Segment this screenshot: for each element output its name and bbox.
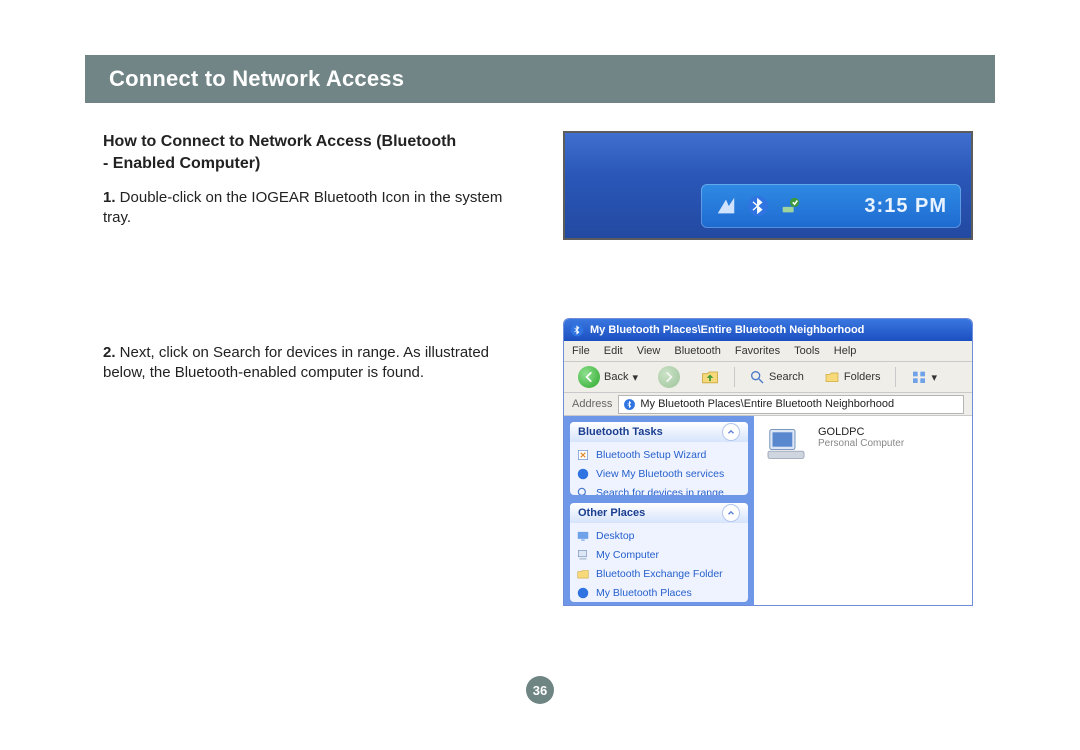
system-tray[interactable]: 3:15 PM [701, 184, 961, 228]
bluetooth-tasks-list: Bluetooth Setup Wizard View My Bluetooth… [570, 442, 748, 495]
up-button[interactable] [694, 364, 726, 390]
menu-tools[interactable]: Tools [794, 345, 820, 357]
task-search-devices[interactable]: Search for devices in range [576, 486, 742, 495]
window-titlebar[interactable]: My Bluetooth Places\Entire Bluetooth Nei… [564, 319, 972, 341]
page-number: 36 [533, 683, 547, 698]
task-label: Search for devices in range [596, 487, 724, 495]
services-icon [576, 467, 590, 481]
chevron-down-icon: ▾ [632, 371, 638, 384]
step-2: 2. Next, click on Search for devices in … [103, 343, 523, 384]
task-label: Bluetooth Setup Wizard [596, 449, 706, 461]
search-icon [749, 369, 765, 385]
banner-title: Connect to Network Access [109, 66, 404, 92]
search-devices-icon [576, 486, 590, 495]
step-2-text: Next, click on Search for devices in ran… [103, 344, 489, 381]
banner: Connect to Network Access [85, 55, 995, 103]
location-icon [623, 398, 636, 411]
search-label: Search [769, 371, 804, 383]
devices-pane: GOLDPC Personal Computer [754, 416, 972, 606]
folder-up-icon [700, 367, 720, 387]
text-column: How to Connect to Network Access (Blueto… [103, 131, 523, 606]
computer-icon [576, 548, 590, 562]
page-body: How to Connect to Network Access (Blueto… [85, 103, 995, 606]
place-my-bt-places[interactable]: My Bluetooth Places [576, 586, 742, 600]
place-my-computer[interactable]: My Computer [576, 548, 742, 562]
section-heading: How to Connect to Network Access (Blueto… [103, 131, 523, 174]
chevron-down-icon: ▾ [932, 371, 938, 384]
place-label: My Computer [596, 549, 659, 561]
menu-view[interactable]: View [637, 345, 661, 357]
toolbar: Back ▾ Search Folders ▾ [564, 362, 972, 393]
section-heading-line1: How to Connect to Network Access (Blueto… [103, 133, 456, 150]
collapse-icon [722, 504, 740, 522]
menu-bluetooth[interactable]: Bluetooth [674, 345, 720, 357]
menu-help[interactable]: Help [834, 345, 857, 357]
task-view-services[interactable]: View My Bluetooth services [576, 467, 742, 481]
manual-page: Connect to Network Access How to Connect… [85, 55, 995, 710]
other-places-header[interactable]: Other Places [570, 503, 748, 523]
back-label: Back [604, 371, 628, 383]
folder-icon [576, 567, 590, 581]
views-icon [910, 369, 928, 385]
bluetooth-icon[interactable] [747, 195, 769, 217]
other-places-list: Desktop My Computer Bluetooth Exchange F… [570, 523, 748, 602]
place-label: My Bluetooth Places [596, 587, 692, 599]
bluetooth-tasks-box: Bluetooth Tasks Bluetooth Setup Wizard V… [570, 422, 748, 495]
step-1: 1. Double-click on the IOGEAR Bluetooth … [103, 188, 523, 229]
forward-icon [658, 366, 680, 388]
bluetooth-place-icon [576, 586, 590, 600]
back-icon [578, 366, 600, 388]
place-label: Bluetooth Exchange Folder [596, 568, 723, 580]
device-item[interactable]: GOLDPC Personal Computer [764, 426, 962, 462]
bluetooth-tasks-title: Bluetooth Tasks [578, 426, 663, 438]
address-field[interactable]: My Bluetooth Places\Entire Bluetooth Nei… [618, 395, 964, 414]
other-places-title: Other Places [578, 507, 645, 519]
content-area: Bluetooth Tasks Bluetooth Setup Wizard V… [564, 416, 972, 606]
wizard-icon [576, 448, 590, 462]
window-title: My Bluetooth Places\Entire Bluetooth Nei… [590, 324, 864, 336]
other-places-box: Other Places Desktop My Computer Bluetoo… [570, 503, 748, 602]
menu-bar: File Edit View Bluetooth Favorites Tools… [564, 341, 972, 362]
address-value: My Bluetooth Places\Entire Bluetooth Nei… [640, 398, 894, 410]
section-heading-line2: - Enabled Computer) [103, 155, 260, 172]
step-1-text: Double-click on the IOGEAR Bluetooth Ico… [103, 189, 502, 226]
device-name: GOLDPC [818, 426, 904, 438]
toolbar-separator [734, 367, 735, 387]
bluetooth-app-icon [570, 323, 584, 337]
safely-remove-icon[interactable] [779, 195, 801, 217]
tasks-pane: Bluetooth Tasks Bluetooth Setup Wizard V… [564, 416, 754, 606]
computer-device-icon [764, 426, 808, 462]
system-tray-clock: 3:15 PM [864, 195, 947, 218]
step-2-number: 2. [103, 344, 116, 361]
search-button[interactable]: Search [743, 366, 810, 388]
network-icon[interactable] [715, 195, 737, 217]
device-type: Personal Computer [818, 438, 904, 449]
step-1-number: 1. [103, 189, 116, 206]
back-button[interactable]: Back ▾ [572, 363, 644, 391]
figure-explorer-window: My Bluetooth Places\Entire Bluetooth Nei… [563, 318, 973, 606]
address-label: Address [572, 398, 612, 410]
menu-file[interactable]: File [572, 345, 590, 357]
figure-system-tray: 3:15 PM [563, 131, 973, 240]
forward-button[interactable] [652, 363, 686, 391]
figure-column: 3:15 PM My Bluetooth Places\Entire Bluet… [563, 131, 973, 606]
menu-favorites[interactable]: Favorites [735, 345, 780, 357]
task-label: View My Bluetooth services [596, 468, 724, 480]
toolbar-separator-2 [895, 367, 896, 387]
page-number-badge: 36 [526, 676, 554, 704]
desktop-icon [576, 529, 590, 543]
collapse-icon [722, 423, 740, 441]
views-button[interactable]: ▾ [904, 366, 944, 388]
place-bt-exchange[interactable]: Bluetooth Exchange Folder [576, 567, 742, 581]
place-desktop[interactable]: Desktop [576, 529, 742, 543]
bluetooth-tasks-header[interactable]: Bluetooth Tasks [570, 422, 748, 442]
folders-button[interactable]: Folders [818, 366, 887, 388]
task-setup-wizard[interactable]: Bluetooth Setup Wizard [576, 448, 742, 462]
menu-edit[interactable]: Edit [604, 345, 623, 357]
folders-label: Folders [844, 371, 881, 383]
folders-icon [824, 369, 840, 385]
address-bar: Address My Bluetooth Places\Entire Bluet… [564, 393, 972, 416]
place-label: Desktop [596, 530, 635, 542]
